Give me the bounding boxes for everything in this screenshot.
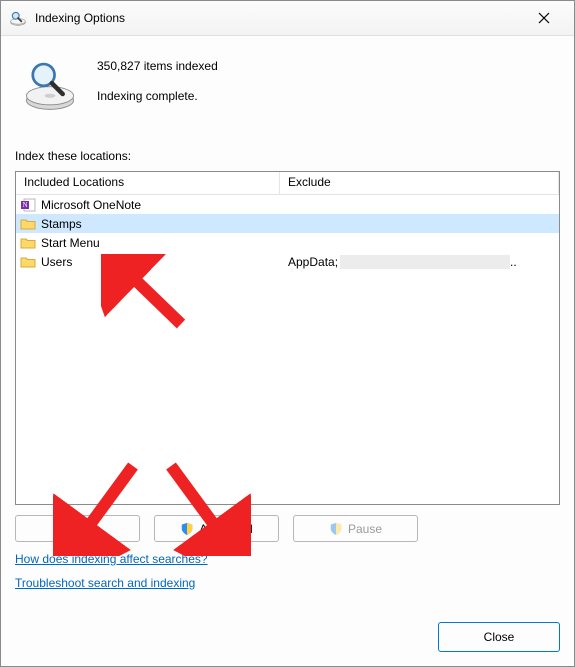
modify-button-label: Modify xyxy=(60,522,95,536)
modify-button[interactable]: Modify xyxy=(15,515,140,542)
table-row[interactable]: N Microsoft OneNote xyxy=(16,195,559,214)
row-label: Stamps xyxy=(41,217,82,231)
shield-icon xyxy=(180,522,194,536)
locations-section-label: Index these locations: xyxy=(15,149,560,163)
row-exclude: AppData; .. xyxy=(280,255,559,269)
shield-icon xyxy=(329,522,343,536)
summary-text: 350,827 items indexed Indexing complete. xyxy=(97,49,218,119)
indexing-options-window: Indexing Options 350,827 items indexed xyxy=(0,0,575,667)
row-label: Microsoft OneNote xyxy=(41,198,141,212)
indexing-status: Indexing complete. xyxy=(97,89,218,103)
pause-button-label: Pause xyxy=(348,522,382,536)
drive-search-icon xyxy=(9,9,27,27)
troubleshoot-link[interactable]: Troubleshoot search and indexing xyxy=(15,576,195,590)
close-icon xyxy=(538,12,550,24)
column-included-locations[interactable]: Included Locations xyxy=(16,172,280,194)
folder-icon xyxy=(20,235,36,251)
locations-listbox[interactable]: Included Locations Exclude N Microsoft On… xyxy=(15,171,560,505)
row-label: Start Menu xyxy=(41,236,100,250)
indexing-summary: 350,827 items indexed Indexing complete. xyxy=(15,49,560,119)
table-row[interactable]: Users AppData; .. xyxy=(16,252,559,271)
pause-button: Pause xyxy=(293,515,418,542)
window-close-button[interactable] xyxy=(522,4,566,32)
drive-search-large-icon xyxy=(21,55,79,113)
close-button-label: Close xyxy=(484,630,515,644)
onenote-icon: N xyxy=(20,197,36,213)
button-row: Modify Advanced Pause xyxy=(15,515,560,542)
folder-icon xyxy=(20,254,36,270)
table-row[interactable]: Stamps xyxy=(16,214,559,233)
advanced-button[interactable]: Advanced xyxy=(154,515,279,542)
folder-icon xyxy=(20,216,36,232)
advanced-button-label: Advanced xyxy=(199,522,252,536)
redacted-block xyxy=(340,255,510,269)
row-label: Users xyxy=(41,255,72,269)
listbox-header: Included Locations Exclude xyxy=(16,172,559,195)
close-row: Close xyxy=(438,622,560,652)
table-row[interactable]: Start Menu xyxy=(16,233,559,252)
column-exclude[interactable]: Exclude xyxy=(280,172,559,194)
listbox-rows: N Microsoft OneNote Stamps Start Menu Users A… xyxy=(16,195,559,504)
close-button[interactable]: Close xyxy=(438,622,560,652)
items-indexed-count: 350,827 items indexed xyxy=(97,59,218,73)
window-title: Indexing Options xyxy=(35,11,125,25)
window-body: 350,827 items indexed Indexing complete.… xyxy=(1,35,574,666)
titlebar: Indexing Options xyxy=(1,1,574,36)
svg-text:N: N xyxy=(22,201,27,209)
how-indexing-link[interactable]: How does indexing affect searches? xyxy=(15,552,208,566)
